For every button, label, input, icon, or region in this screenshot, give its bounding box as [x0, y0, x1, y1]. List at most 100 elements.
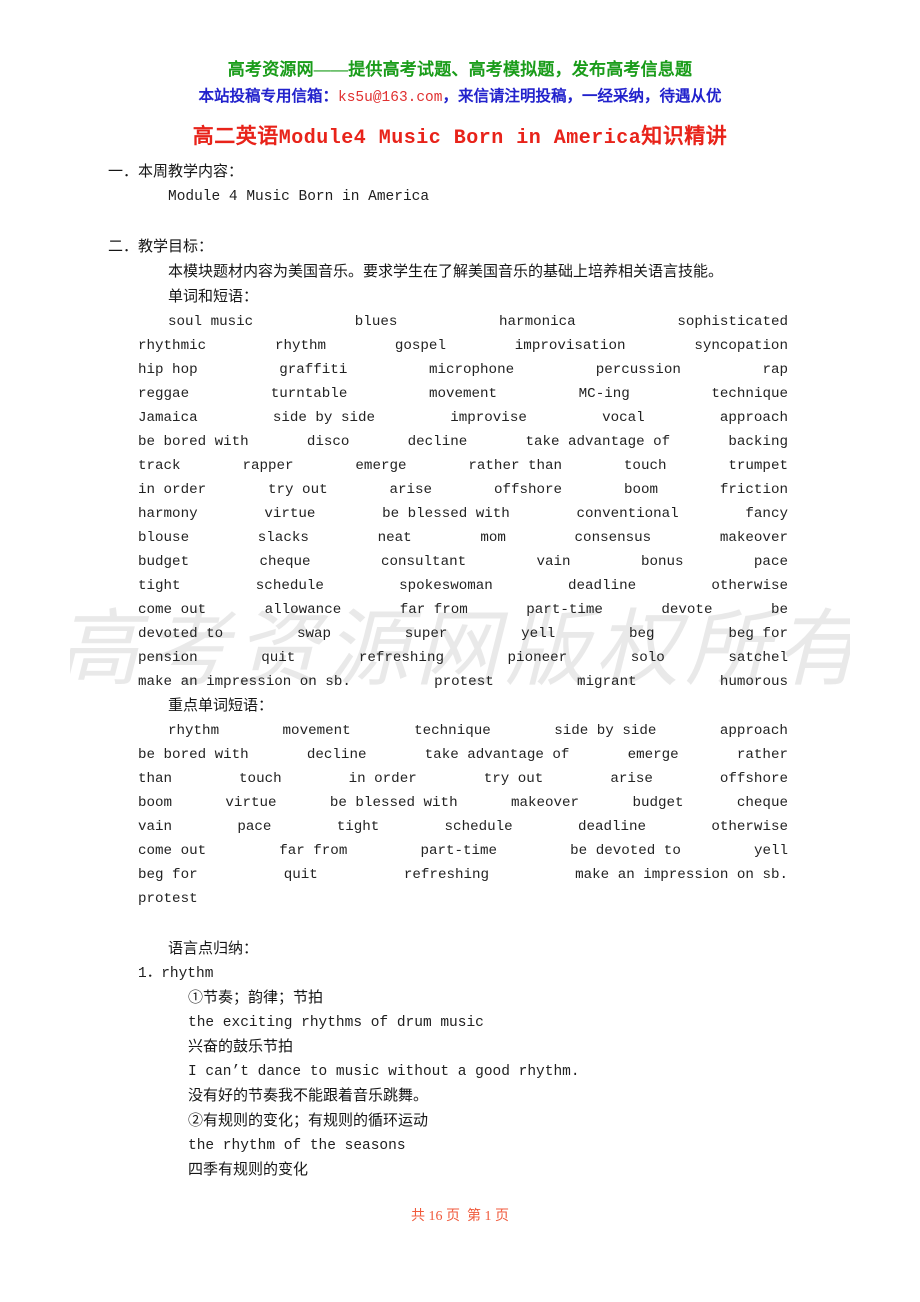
- key-vocab-label: 重点单词短语：: [168, 698, 274, 714]
- vocab-term: syncopation: [694, 338, 788, 354]
- vocab-term: percussion: [595, 362, 681, 378]
- vocab-term: take advantage of: [525, 434, 671, 450]
- vocab-term: emerge: [355, 458, 407, 474]
- language-point-number: 1．rhythm: [138, 966, 214, 982]
- vocab-term: part-time: [420, 843, 498, 859]
- vocab-term: touch: [623, 458, 667, 474]
- language-point-en-line: the exciting rhythms of drum music: [188, 1015, 484, 1031]
- vocab-row: beg for quit refreshing make an impression …: [138, 863, 788, 887]
- vocab-term: try out: [268, 482, 328, 498]
- vocab-term: Jamaica: [138, 410, 198, 426]
- vocab-row: come out far from part-time be devoted to ye…: [138, 839, 788, 863]
- language-point-cn-line: 四季有规则的变化: [188, 1162, 309, 1178]
- vocab-term: come out: [138, 843, 207, 859]
- vocab-term: graffiti: [279, 362, 348, 378]
- vocab-term: yell: [753, 843, 788, 859]
- vocab-row: rhythm movement technique side by side appro…: [138, 719, 788, 743]
- language-points: 语言点归纳： 1．rhythm ①节奏；韵律；节拍 the exciting rhy…: [0, 937, 920, 1183]
- vocab-term: touch: [239, 771, 282, 787]
- vocab-term: disco: [306, 434, 350, 450]
- vocab-term: movement: [428, 386, 498, 402]
- vocab-term: in order: [348, 771, 417, 787]
- banner-tagline: 高考资源网——提供高考试题、高考模拟题，发布高考信息题: [227, 60, 693, 79]
- banner-submission-info: 本站投稿专用信箱：ks5u@163.com，来信请注明投稿，一经采纳，待遇从优: [0, 85, 920, 110]
- vocab-term: bonus: [640, 554, 684, 570]
- vocab-term: refreshing: [403, 867, 490, 883]
- vocab-row: vain pace tight schedule deadline otherwise: [138, 815, 788, 839]
- vocab-term: technique: [711, 386, 788, 402]
- vocab-term: side by side: [554, 723, 657, 739]
- vocab-row: reggae turntable movement MC-ing technique: [138, 382, 788, 406]
- vocab-term: part-time: [526, 602, 603, 618]
- vocab-row: in order try out arise offshore boom friction: [138, 478, 788, 502]
- vocab-row: tight schedule spokeswoman deadline otherwis…: [138, 574, 788, 598]
- vocab-term: schedule: [255, 578, 324, 594]
- vocab-term: rather than: [468, 458, 563, 474]
- vocab-row: be bored with disco decline take advantage …: [138, 430, 788, 454]
- vocab-term: rhythm: [168, 723, 220, 739]
- vocab-label: 单词和短语：: [168, 289, 259, 305]
- vocab-term: be blessed with: [382, 506, 510, 522]
- vocab-term: beg for: [728, 626, 788, 642]
- vocab-term: rapper: [242, 458, 294, 474]
- vocab-term: trumpet: [728, 458, 788, 474]
- vocab-term: improvise: [450, 410, 527, 426]
- vocab-term: harmonica: [499, 314, 576, 330]
- vocab-term: consensus: [574, 530, 652, 546]
- vocab-row: harmony virtue be blessed with conventional…: [138, 502, 788, 526]
- vocab-term: cheque: [259, 554, 311, 570]
- vocab-term: vain: [536, 554, 571, 570]
- title-latin: Module4 Music Born in America: [278, 127, 642, 150]
- vocab-term: schedule: [444, 819, 513, 835]
- vocab-term: technique: [414, 723, 491, 739]
- vocab-term: boom: [138, 795, 173, 811]
- vocab-term: approach: [719, 410, 788, 426]
- page-title: 高二英语Module4 Music Born in America知识精讲: [0, 120, 920, 150]
- vocab-term: quit: [261, 650, 296, 666]
- vocab-term: gospel: [394, 338, 446, 354]
- vocab-row: pension quit refreshing pioneer solo satchel: [138, 646, 788, 670]
- vocab-term: be blessed with: [329, 795, 458, 811]
- vocab-term: tight: [336, 819, 380, 835]
- vocab-row: boom virtue be blessed with makeover budget c…: [138, 791, 788, 815]
- vocab-term: makeover: [510, 795, 580, 811]
- title-cn-prefix: 高二英语: [192, 124, 279, 148]
- vocab-term: soul music: [168, 314, 254, 330]
- language-points-label: 语言点归纳：: [168, 941, 259, 957]
- language-point-en-line: I can’t dance to music without a good rh…: [188, 1064, 580, 1080]
- vocab-row: track rapper emerge rather than touch trumpet: [138, 454, 788, 478]
- key-vocab-list: rhythm movement technique side by side appro…: [0, 719, 920, 911]
- section-two-intro: 本模块题材内容为美国音乐。要求学生在了解美国音乐的基础上培养相关语言技能。: [168, 264, 724, 280]
- section-one-heading: 一．本周教学内容：: [108, 164, 244, 180]
- language-point-en-line: the rhythm of the seasons: [188, 1138, 406, 1154]
- vocab-term: be: [770, 602, 788, 618]
- vocab-term: neat: [377, 530, 412, 546]
- vocab-term: deadline: [577, 819, 647, 835]
- banner-email: ks5u@163.com: [338, 90, 443, 106]
- vocab-term: otherwise: [711, 819, 788, 835]
- vocab-term: emerge: [627, 747, 679, 763]
- vocab-term: pace: [237, 819, 272, 835]
- vocab-term: side by side: [272, 410, 375, 426]
- vocab-term: makeover: [719, 530, 788, 546]
- banner-mailbox-label: 本站投稿专用信箱：: [198, 88, 339, 105]
- site-banner: 高考资源网——提供高考试题、高考模拟题，发布高考信息题 本站投稿专用信箱：ks5…: [0, 58, 920, 110]
- title-cn-suffix: 知识精讲: [641, 124, 728, 148]
- document-body: 一．本周教学内容： Module 4 Music Born in America…: [0, 160, 920, 1183]
- vocab-row: protest: [138, 887, 788, 911]
- vocab-term: deadline: [568, 578, 637, 594]
- vocab-term: budget: [632, 795, 684, 811]
- vocab-term: be bored with: [138, 747, 249, 763]
- vocab-term: beg: [629, 626, 655, 642]
- vocab-term: turntable: [270, 386, 348, 402]
- vocab-term: super: [404, 626, 448, 642]
- section-one: 一．本周教学内容： Module 4 Music Born in America: [0, 160, 920, 209]
- vocab-term: blues: [354, 314, 398, 330]
- vocab-term: be bored with: [138, 434, 249, 450]
- vocab-term: arise: [389, 482, 433, 498]
- vocab-term: refreshing: [358, 650, 444, 666]
- vocab-term: far from: [399, 602, 468, 618]
- vocab-term: microphone: [428, 362, 515, 378]
